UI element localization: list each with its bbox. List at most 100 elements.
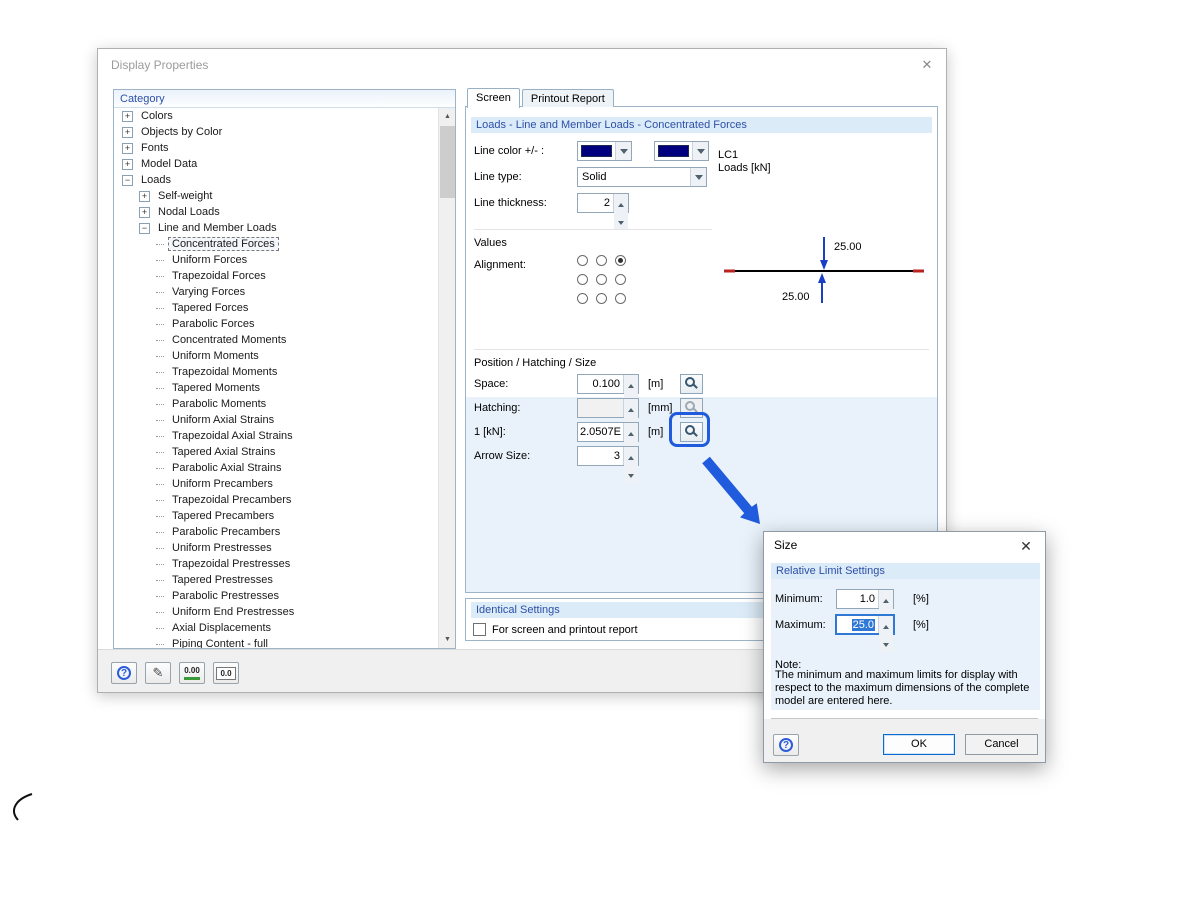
force-scale-value[interactable]: 2.0507E: [578, 423, 623, 441]
spinner-buttons[interactable]: [623, 447, 638, 483]
close-icon[interactable]: ✕: [918, 56, 936, 74]
tree-item[interactable]: Trapezoidal Precambers: [114, 492, 438, 508]
maximum-spinner[interactable]: 25.0: [835, 614, 895, 652]
expand-icon[interactable]: +: [122, 126, 133, 138]
tree-item[interactable]: Parabolic Moments: [114, 396, 438, 412]
line-color-minus-dropdown[interactable]: [654, 141, 709, 161]
tree-item[interactable]: + Nodal Loads: [114, 204, 438, 220]
tree-item[interactable]: Trapezoidal Forces: [114, 268, 438, 284]
tree-item[interactable]: Trapezoidal Prestresses: [114, 556, 438, 572]
alignment-radio[interactable]: [615, 274, 626, 285]
spinner-buttons[interactable]: [878, 616, 893, 652]
screen-printout-checkbox[interactable]: [473, 623, 486, 636]
tree-item[interactable]: Uniform Prestresses: [114, 540, 438, 556]
tree-item[interactable]: Trapezoidal Moments: [114, 364, 438, 380]
edit-comment-button[interactable]: ✎: [145, 662, 171, 684]
space-spinner[interactable]: 0.100: [577, 374, 639, 411]
spin-up-icon[interactable]: [624, 447, 638, 465]
tree-item[interactable]: Tapered Axial Strains: [114, 444, 438, 460]
tree-item[interactable]: − Loads: [114, 172, 438, 188]
tree-item[interactable]: Parabolic Precambers: [114, 524, 438, 540]
close-icon[interactable]: ✕: [1017, 537, 1035, 555]
tree-item[interactable]: + Model Data: [114, 156, 438, 172]
tab-printout-report[interactable]: Printout Report: [521, 89, 614, 107]
alignment-radio[interactable]: [615, 255, 626, 266]
tree-item[interactable]: Axial Displacements: [114, 620, 438, 636]
tab-screen[interactable]: Screen: [467, 88, 520, 108]
cancel-button[interactable]: Cancel: [965, 734, 1038, 755]
tree-item[interactable]: Varying Forces: [114, 284, 438, 300]
spinner-buttons[interactable]: [623, 423, 638, 459]
alignment-radio[interactable]: [577, 293, 588, 304]
chevron-down-icon[interactable]: [690, 168, 706, 186]
line-type-dropdown[interactable]: Solid: [577, 167, 707, 187]
maximum-value[interactable]: 25.0: [837, 616, 878, 633]
scroll-up-icon[interactable]: ▲: [439, 108, 455, 125]
expand-icon[interactable]: +: [122, 110, 133, 122]
minimum-value[interactable]: 1.0: [837, 590, 878, 608]
minimum-spinner[interactable]: 1.0: [836, 589, 894, 626]
ok-button[interactable]: OK: [883, 734, 955, 755]
scrollbar-thumb[interactable]: [440, 126, 455, 198]
expand-icon[interactable]: +: [139, 190, 150, 202]
spin-up-icon[interactable]: [879, 590, 893, 608]
tree-item[interactable]: Parabolic Forces: [114, 316, 438, 332]
tree-item[interactable]: Uniform Axial Strains: [114, 412, 438, 428]
spin-up-icon[interactable]: [624, 375, 638, 393]
tree-item[interactable]: + Colors: [114, 108, 438, 124]
units-button[interactable]: 0.0: [213, 662, 239, 684]
alignment-radio[interactable]: [615, 293, 626, 304]
expand-icon[interactable]: +: [122, 142, 133, 154]
scroll-down-icon[interactable]: ▼: [439, 631, 455, 648]
tree-item[interactable]: Piping Content - full: [114, 636, 438, 648]
tree-item[interactable]: + Objects by Color: [114, 124, 438, 140]
arrow-size-value[interactable]: 3: [578, 447, 623, 465]
tree-item[interactable]: Uniform Forces: [114, 252, 438, 268]
chevron-down-icon[interactable]: [615, 142, 631, 160]
spin-down-icon[interactable]: [614, 212, 628, 230]
spin-down-icon[interactable]: [879, 634, 893, 652]
collapse-icon[interactable]: −: [122, 174, 133, 186]
collapse-icon[interactable]: −: [139, 222, 150, 234]
tree-item[interactable]: Uniform Precambers: [114, 476, 438, 492]
alignment-radio[interactable]: [596, 255, 607, 266]
tree-item[interactable]: Uniform End Prestresses: [114, 604, 438, 620]
spin-up-icon[interactable]: [624, 423, 638, 441]
expand-icon[interactable]: +: [139, 206, 150, 218]
decimal-places-button[interactable]: 0.00: [179, 662, 205, 684]
tree-item[interactable]: Concentrated Moments: [114, 332, 438, 348]
alignment-radio[interactable]: [596, 293, 607, 304]
spinner-buttons[interactable]: [878, 590, 893, 626]
tree-item[interactable]: Trapezoidal Axial Strains: [114, 428, 438, 444]
spin-up-icon[interactable]: [614, 194, 628, 212]
tree-item[interactable]: + Self-weight: [114, 188, 438, 204]
tree-item[interactable]: + Fonts: [114, 140, 438, 156]
tree-item[interactable]: Concentrated Forces: [114, 236, 438, 252]
line-thickness-value[interactable]: 2: [578, 194, 613, 212]
tree-item[interactable]: Parabolic Prestresses: [114, 588, 438, 604]
tree-item[interactable]: Parabolic Axial Strains: [114, 460, 438, 476]
tree-item[interactable]: Uniform Moments: [114, 348, 438, 364]
tree-item[interactable]: − Line and Member Loads: [114, 220, 438, 236]
spin-down-icon[interactable]: [624, 465, 638, 483]
tree-item[interactable]: Tapered Prestresses: [114, 572, 438, 588]
help-button[interactable]: ?: [111, 662, 137, 684]
alignment-radio[interactable]: [577, 274, 588, 285]
line-thickness-spinner[interactable]: 2: [577, 193, 629, 230]
expand-icon[interactable]: +: [122, 158, 133, 170]
force-scale-spinner[interactable]: 2.0507E: [577, 422, 639, 459]
help-button[interactable]: ?: [773, 734, 799, 756]
tree-item[interactable]: Tapered Precambers: [114, 508, 438, 524]
space-details-button[interactable]: [680, 374, 703, 394]
tree-scrollbar[interactable]: ▲ ▼: [438, 108, 455, 648]
line-color-plus-dropdown[interactable]: [577, 141, 632, 161]
spinner-buttons[interactable]: [613, 194, 628, 230]
tree-item[interactable]: Tapered Moments: [114, 380, 438, 396]
space-value[interactable]: 0.100: [578, 375, 623, 393]
arrow-size-spinner[interactable]: 3: [577, 446, 639, 483]
alignment-radio[interactable]: [596, 274, 607, 285]
alignment-radio[interactable]: [577, 255, 588, 266]
tree-item[interactable]: Tapered Forces: [114, 300, 438, 316]
spin-up-icon[interactable]: [879, 616, 893, 634]
chevron-down-icon[interactable]: [692, 142, 708, 160]
